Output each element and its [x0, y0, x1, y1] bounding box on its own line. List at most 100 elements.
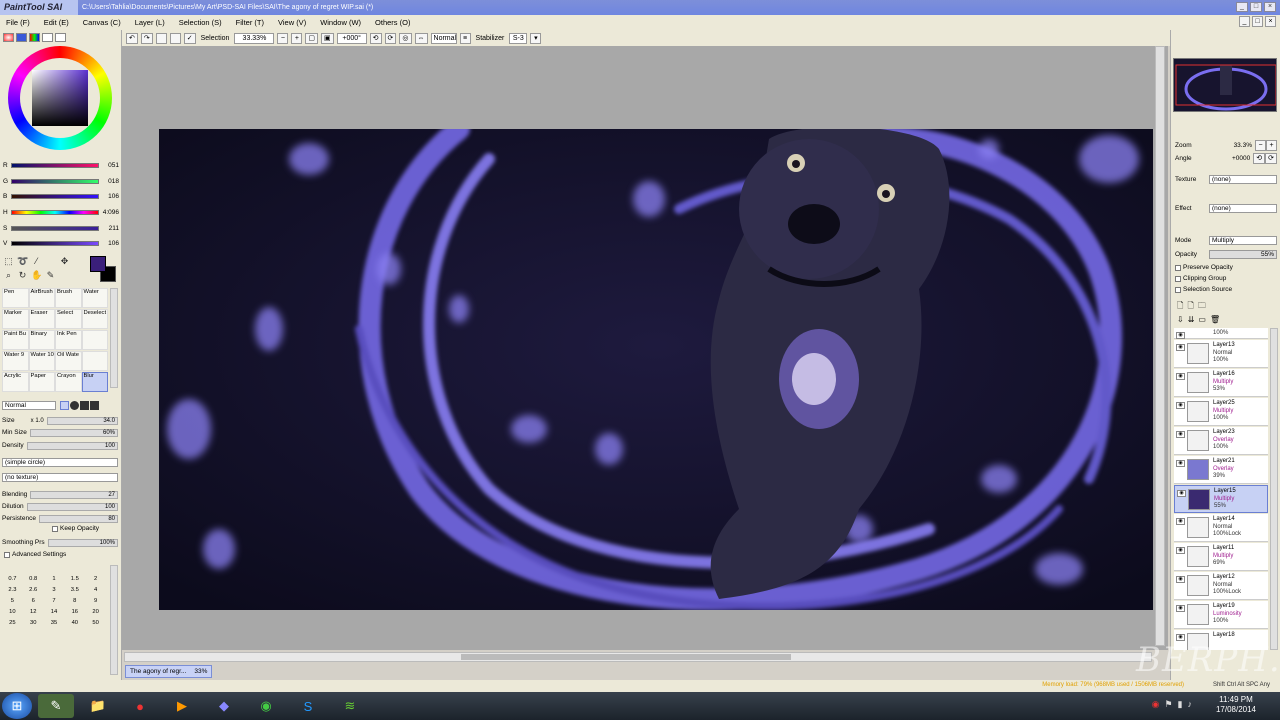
scratchpad-tab-icon[interactable]: [55, 33, 66, 42]
rect-select-icon[interactable]: ⬚: [3, 256, 14, 267]
rgb-slider-tab-icon[interactable]: [16, 33, 27, 42]
layer-row[interactable]: ◉ Layer25 Multiply 100%: [1174, 398, 1268, 426]
brush-empty-2[interactable]: [81, 351, 108, 371]
brush-empty-1[interactable]: [81, 330, 108, 350]
brush-blur[interactable]: Blur: [81, 372, 108, 392]
layer-row[interactable]: ◉ Layer19 Luminosity 100%: [1174, 601, 1268, 629]
layer-row[interactable]: ◉ Layer16 Multiply 53%: [1174, 369, 1268, 397]
menu-layer[interactable]: Layer (L): [135, 18, 165, 27]
layer-row[interactable]: ◉ 100%: [1174, 328, 1268, 339]
clear-layer-icon[interactable]: ▭: [1198, 315, 1206, 324]
angle-field[interactable]: +000°: [336, 32, 367, 44]
layer-visibility-eye-icon[interactable]: ◉: [1176, 547, 1185, 554]
maximize-button[interactable]: □: [1250, 2, 1262, 12]
brush-binary[interactable]: Binary: [28, 330, 55, 350]
document-tab[interactable]: The agony of regr... 33%: [125, 665, 213, 678]
keep-opacity-checkbox[interactable]: Keep Opacity: [52, 525, 99, 532]
blend-mode-select[interactable]: Normal: [2, 401, 56, 410]
brush-water[interactable]: Water: [81, 288, 108, 308]
persistence-row[interactable]: Persistence 80: [2, 513, 118, 524]
nav-angle-row[interactable]: Angle +0000 ⟲ ⟳: [1175, 152, 1277, 164]
selection-source-checkbox[interactable]: Selection Source: [1175, 286, 1232, 293]
brush-size-preset[interactable]: 2.6: [23, 586, 44, 595]
value-slider[interactable]: V 106: [3, 237, 119, 249]
layer-effect-select[interactable]: (none): [1209, 203, 1277, 213]
menu-view[interactable]: View (V): [278, 18, 306, 27]
stabilizer-select[interactable]: S-3: [509, 32, 528, 44]
taskbar-app-icon[interactable]: ◆: [206, 694, 242, 718]
zoom-field[interactable]: 33.33%: [234, 32, 275, 44]
brush-eraser[interactable]: Eraser: [28, 309, 55, 329]
doc-close-button[interactable]: ×: [1265, 16, 1276, 27]
taskbar-explorer-icon[interactable]: 📁: [80, 694, 116, 718]
brush-shape-select[interactable]: (simple circle): [2, 457, 118, 468]
brush-deselect[interactable]: Deselect: [81, 309, 108, 329]
min-size-row[interactable]: Min Size 60%: [2, 427, 118, 438]
menu-file[interactable]: File (F): [6, 18, 30, 27]
brush-brush[interactable]: Brush: [55, 288, 82, 308]
layer-row[interactable]: ◉ Layer21 Overlay 39%: [1174, 456, 1268, 484]
brush-size-preset[interactable]: 35: [44, 619, 65, 628]
tray-network-icon[interactable]: ▮: [1178, 699, 1183, 710]
layer-row[interactable]: ◉ Layer23 Overlay 100%: [1174, 427, 1268, 455]
brush-paper[interactable]: Paper: [28, 372, 55, 392]
lasso-icon[interactable]: ➰: [17, 256, 28, 267]
brush-size-preset[interactable]: 2: [85, 575, 106, 584]
layer-opacity-slider[interactable]: 55%: [1209, 249, 1277, 259]
view-mode-select[interactable]: Normal: [430, 32, 457, 44]
nav-zoom-in-icon[interactable]: +: [1266, 139, 1277, 151]
menu-filter[interactable]: Filter (T): [236, 18, 264, 27]
canvas-horizontal-scrollbar[interactable]: [124, 652, 1152, 662]
brush-texture-select[interactable]: (no texture): [2, 472, 118, 483]
brush-size-preset[interactable]: 0.8: [23, 575, 44, 584]
color-wheel[interactable]: [8, 46, 112, 150]
brush-size-preset[interactable]: 5: [2, 597, 23, 606]
navigator-preview[interactable]: [1173, 58, 1277, 112]
layer-visibility-eye-icon[interactable]: ◉: [1176, 605, 1185, 612]
rotate-right-icon[interactable]: ⟳: [384, 32, 397, 44]
zoom-tool-icon[interactable]: ⌕: [3, 270, 14, 281]
brush-water-10[interactable]: Water 10: [28, 351, 55, 371]
tray-flag-icon[interactable]: ⚑: [1164, 699, 1172, 710]
brush-marker[interactable]: Marker: [2, 309, 29, 329]
delete-layer-icon[interactable]: 🗑: [1210, 315, 1220, 324]
hue-slider[interactable]: H 4:096: [3, 206, 119, 218]
taskbar-sai-icon[interactable]: ✎: [38, 694, 74, 718]
transfer-down-icon[interactable]: ⇩: [1177, 315, 1184, 324]
layer-row[interactable]: ◉ Layer13 Normal 100%: [1174, 340, 1268, 368]
brush-airbrush[interactable]: AirBrush: [28, 288, 55, 308]
layer-visibility-eye-icon[interactable]: ◉: [1176, 373, 1185, 380]
layer-visibility-eye-icon[interactable]: ◉: [1176, 431, 1185, 438]
artwork-canvas[interactable]: [159, 129, 1153, 610]
menu-others[interactable]: Others (O): [375, 18, 410, 27]
layer-visibility-eye-icon[interactable]: ◉: [1176, 332, 1185, 339]
brush-size-preset[interactable]: 3.5: [64, 586, 85, 595]
new-linework-layer-icon[interactable]: 🗋: [1187, 300, 1193, 314]
tray-volume-icon[interactable]: ♪: [1188, 699, 1193, 710]
deselect-icon[interactable]: [155, 32, 167, 44]
layer-row[interactable]: ◉ Layer12 Normal 100%Lock: [1174, 572, 1268, 600]
zoom-out-icon[interactable]: −: [277, 32, 289, 44]
hand-icon[interactable]: ✋: [31, 270, 42, 281]
taskbar-chrome-icon[interactable]: ◉: [248, 694, 284, 718]
layer-visibility-eye-icon[interactable]: ◉: [1176, 576, 1185, 583]
color-wheel-tab-icon[interactable]: [3, 33, 14, 42]
hsv-slider-tab-icon[interactable]: [29, 33, 40, 42]
doc-minimize-button[interactable]: _: [1239, 16, 1250, 27]
brush-size-preset[interactable]: 9: [85, 597, 106, 606]
brush-size-preset[interactable]: 3: [44, 586, 65, 595]
layer-visibility-eye-icon[interactable]: ◉: [1176, 460, 1185, 467]
rotate-left-icon[interactable]: ⟲: [369, 32, 382, 44]
eyedropper-icon[interactable]: ✎: [45, 270, 56, 281]
doc-restore-button[interactable]: □: [1252, 16, 1263, 27]
taskbar-clock[interactable]: 11:49 PM 17/08/2014: [1216, 695, 1256, 715]
menu-window[interactable]: Window (W): [320, 18, 361, 27]
canvas-area[interactable]: [122, 46, 1168, 650]
rotate-reset-icon[interactable]: ◎: [399, 32, 412, 44]
brush-crayon[interactable]: Crayon: [55, 372, 82, 392]
invert-selection-icon[interactable]: [169, 32, 181, 44]
brush-acrylic[interactable]: Acrylic: [2, 372, 29, 392]
brush-grid-scrollbar[interactable]: [110, 288, 118, 388]
brush-size-preset[interactable]: 1.5: [64, 575, 85, 584]
green-slider[interactable]: G 018: [3, 175, 119, 187]
